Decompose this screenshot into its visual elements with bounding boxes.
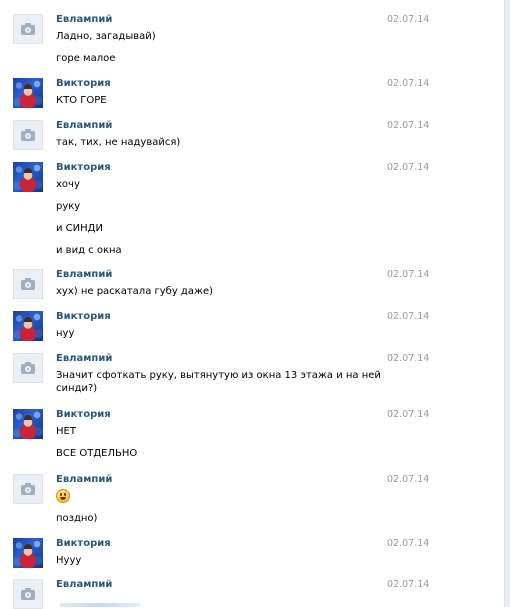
message-date[interactable]: 02.07.14: [387, 579, 429, 591]
scrollbar-track[interactable]: [504, 0, 510, 607]
author-name[interactable]: Виктория: [56, 409, 111, 421]
author-name[interactable]: Евлампий: [56, 579, 112, 591]
message-date[interactable]: 02.07.14: [387, 120, 429, 132]
user-photo: [24, 84, 32, 89]
message-text: и вид с окна: [56, 245, 122, 256]
author-name[interactable]: Евлампий: [56, 120, 112, 132]
message-date[interactable]: 02.07.14: [387, 409, 429, 421]
avatar-placeholder[interactable]: [13, 120, 43, 150]
message-text: КТО ГОРЕ: [56, 95, 107, 106]
avatar-placeholder[interactable]: [13, 353, 43, 383]
message-text: нуу: [56, 328, 75, 339]
message-text: хочу: [56, 179, 80, 190]
message-date[interactable]: 02.07.14: [387, 311, 429, 323]
smile-emoji-icon: [56, 489, 70, 503]
avatar[interactable]: [13, 311, 43, 341]
message-date[interactable]: 02.07.14: [387, 269, 429, 281]
avatar[interactable]: [13, 538, 43, 568]
message-text: хух) не раскатала губу даже): [56, 286, 214, 297]
message-text: Значит сфоткать руку, вытянутую из окна …: [56, 370, 381, 381]
avatar[interactable]: [13, 162, 43, 192]
author-name[interactable]: Виктория: [56, 162, 111, 174]
message-text: НЕТ: [56, 426, 76, 437]
message-date[interactable]: 02.07.14: [387, 162, 429, 174]
message-date[interactable]: 02.07.14: [387, 474, 429, 486]
message-date[interactable]: 02.07.14: [387, 538, 429, 550]
message-text: Ладно, загадывай): [56, 31, 156, 42]
avatar[interactable]: [13, 78, 43, 108]
avatar[interactable]: [13, 409, 43, 439]
user-photo: [24, 544, 32, 549]
author-name[interactable]: Виктория: [56, 538, 111, 550]
avatar-placeholder[interactable]: [13, 14, 43, 44]
avatar-placeholder[interactable]: [13, 474, 43, 504]
message-date[interactable]: 02.07.14: [387, 78, 429, 90]
author-name[interactable]: Евлампий: [56, 14, 112, 26]
avatar-placeholder[interactable]: [13, 269, 43, 299]
message-text: синди?): [56, 383, 98, 394]
avatar-placeholder[interactable]: [13, 579, 43, 609]
message-text: ВСЕ ОТДЕЛЬНО: [56, 448, 138, 459]
message-text: так, тих, не надувайся): [56, 137, 181, 148]
message-text: горе малое: [56, 53, 116, 64]
message-date[interactable]: 02.07.14: [387, 353, 429, 365]
message-text: поздно): [56, 513, 98, 524]
user-photo: [24, 168, 32, 173]
user-photo: [24, 415, 32, 420]
message-date[interactable]: 02.07.14: [387, 14, 429, 26]
author-name[interactable]: Евлампий: [56, 353, 112, 365]
author-name[interactable]: Виктория: [56, 78, 111, 90]
author-name[interactable]: Евлампий: [56, 474, 112, 486]
message-text: и СИНДИ: [56, 223, 103, 234]
message-text: руку: [56, 201, 81, 212]
user-photo: [24, 317, 32, 322]
author-name[interactable]: Евлампий: [56, 269, 112, 281]
author-name[interactable]: Виктория: [56, 311, 111, 323]
attached-photo[interactable]: [60, 603, 140, 607]
message-text: Нууу: [56, 555, 82, 566]
